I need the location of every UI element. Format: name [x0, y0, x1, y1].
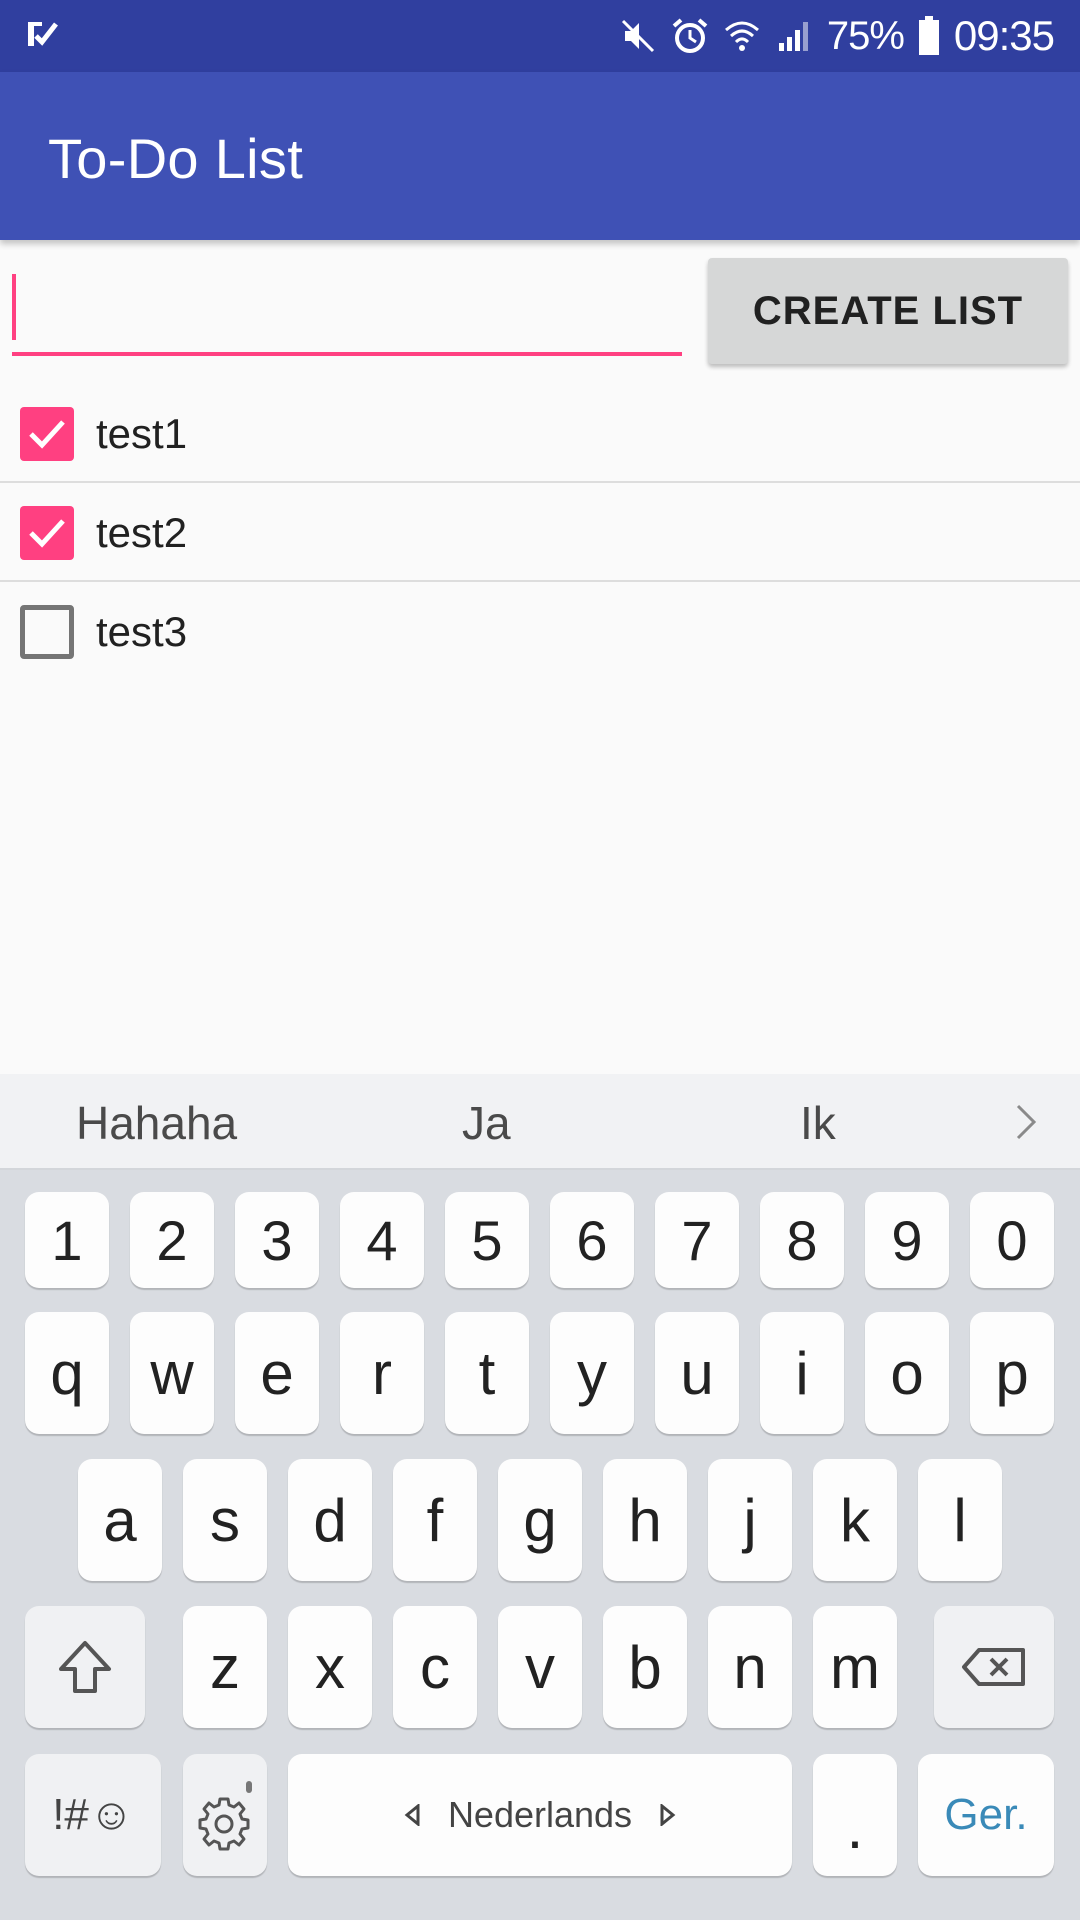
space-key[interactable]: Nederlands: [288, 1754, 792, 1876]
key-6[interactable]: 6: [550, 1192, 634, 1288]
page-title: To-Do List: [48, 127, 304, 190]
arrow-right-icon: [660, 1804, 676, 1826]
symbols-key[interactable]: !#☺: [25, 1754, 161, 1876]
list-name-input[interactable]: [12, 266, 682, 356]
key-3[interactable]: 3: [235, 1192, 319, 1288]
status-bar: 75% 09:35: [0, 0, 1080, 72]
checkbox-checked[interactable]: [20, 506, 74, 560]
arrow-left-icon: [404, 1804, 420, 1826]
list-item[interactable]: test2: [0, 483, 1080, 582]
key-v[interactable]: v: [498, 1606, 582, 1728]
text-cursor: [12, 274, 16, 340]
key-h[interactable]: h: [603, 1459, 687, 1581]
key-z[interactable]: z: [183, 1606, 267, 1728]
key-w[interactable]: w: [130, 1312, 214, 1434]
settings-key[interactable]: [183, 1754, 267, 1876]
key-i[interactable]: i: [760, 1312, 844, 1434]
key-5[interactable]: 5: [445, 1192, 529, 1288]
soft-keyboard: Hahaha Ja Ik 1 2 3 4 5 6 7 8 9 0 q w e r…: [0, 1074, 1080, 1920]
suggestion-item[interactable]: Ja: [462, 1096, 511, 1150]
key-2[interactable]: 2: [130, 1192, 214, 1288]
todo-list: test1 test2 test3: [0, 384, 1080, 681]
key-x[interactable]: x: [288, 1606, 372, 1728]
alarm-icon: [672, 18, 708, 53]
key-1[interactable]: 1: [25, 1192, 109, 1288]
gear-icon: [198, 1781, 252, 1851]
key-s[interactable]: s: [183, 1459, 267, 1581]
key-u[interactable]: u: [655, 1312, 739, 1434]
list-item[interactable]: test1: [0, 384, 1080, 483]
key-d[interactable]: d: [288, 1459, 372, 1581]
suggestion-bar: Hahaha Ja Ik: [0, 1074, 1080, 1170]
key-k[interactable]: k: [813, 1459, 897, 1581]
checkbox-checked[interactable]: [20, 407, 74, 461]
key-r[interactable]: r: [340, 1312, 424, 1434]
list-item-label: test2: [96, 509, 188, 556]
key-m[interactable]: m: [813, 1606, 897, 1728]
list-item-label: test3: [96, 608, 188, 655]
key-y[interactable]: y: [550, 1312, 634, 1434]
key-b[interactable]: b: [603, 1606, 687, 1728]
shift-key[interactable]: [25, 1606, 145, 1728]
suggestion-item[interactable]: Hahaha: [76, 1096, 237, 1150]
key-t[interactable]: t: [445, 1312, 529, 1434]
backspace-icon: [962, 1648, 1025, 1686]
list-item[interactable]: test3: [0, 582, 1080, 681]
key-g[interactable]: g: [498, 1459, 582, 1581]
wifi-icon: [724, 21, 759, 51]
key-f[interactable]: f: [393, 1459, 477, 1581]
period-key[interactable]: .: [813, 1754, 897, 1876]
chevron-right-icon[interactable]: [1014, 1102, 1040, 1142]
key-q[interactable]: q: [25, 1312, 109, 1434]
battery-icon: [918, 16, 939, 55]
suggestion-item[interactable]: Ik: [800, 1096, 836, 1150]
clock: 09:35: [953, 12, 1055, 59]
key-j[interactable]: j: [708, 1459, 792, 1581]
go-key[interactable]: Ger.: [918, 1754, 1054, 1876]
list-item-label: test1: [96, 410, 188, 457]
create-list-button[interactable]: CREATE LIST: [708, 258, 1068, 364]
checkbox-unchecked[interactable]: [20, 605, 74, 659]
app-bar: To-Do List: [0, 72, 1080, 240]
backspace-key[interactable]: [934, 1606, 1054, 1728]
key-0[interactable]: 0: [970, 1192, 1054, 1288]
key-o[interactable]: o: [865, 1312, 949, 1434]
key-7[interactable]: 7: [655, 1192, 739, 1288]
key-l[interactable]: l: [918, 1459, 1002, 1581]
space-key-label: Nederlands: [447, 1794, 633, 1835]
key-p[interactable]: p: [970, 1312, 1054, 1434]
shift-icon: [59, 1641, 111, 1693]
battery-percent: 75%: [826, 13, 905, 58]
signal-icon: [778, 22, 808, 51]
key-8[interactable]: 8: [760, 1192, 844, 1288]
check-icon: [29, 519, 65, 548]
mute-icon: [621, 19, 654, 53]
key-n[interactable]: n: [708, 1606, 792, 1728]
key-a[interactable]: a: [78, 1459, 162, 1581]
key-c[interactable]: c: [393, 1606, 477, 1728]
key-4[interactable]: 4: [340, 1192, 424, 1288]
key-e[interactable]: e: [235, 1312, 319, 1434]
key-9[interactable]: 9: [865, 1192, 949, 1288]
check-icon: [29, 420, 65, 449]
app-notification-icon: [28, 22, 58, 46]
